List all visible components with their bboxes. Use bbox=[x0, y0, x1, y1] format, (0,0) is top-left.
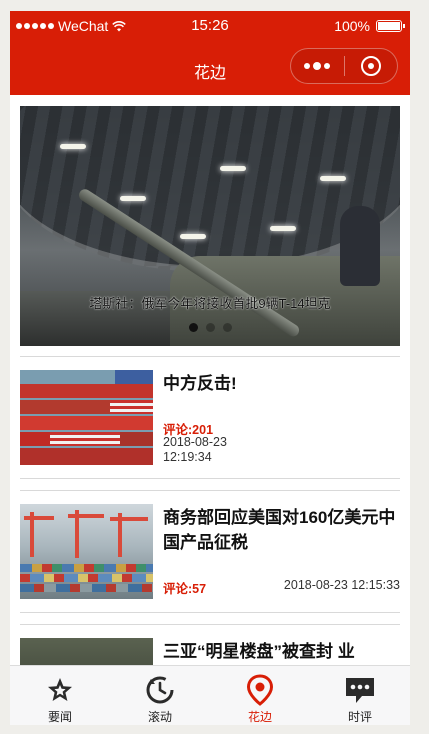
nav-bar: 花边 bbox=[10, 41, 410, 95]
more-button[interactable] bbox=[291, 62, 344, 70]
close-button[interactable] bbox=[345, 56, 398, 76]
tab-huabian[interactable]: 花边 bbox=[210, 666, 310, 725]
tab-gundong[interactable]: 滚动 bbox=[110, 666, 210, 725]
refresh-icon bbox=[146, 676, 174, 704]
news-item[interactable]: 商务部回应美国对160亿美元中国产品征税 评论:57 2018-08-23 12… bbox=[20, 491, 400, 613]
phone-screen: WeChat 15:26 100% 花边 塔斯社：俄军今年将接收首批9辆T-14… bbox=[10, 11, 410, 725]
carousel-dot[interactable] bbox=[222, 323, 232, 332]
tab-label: 要闻 bbox=[47, 710, 72, 724]
news-title: 三亚“明星楼盘”被查封 业 bbox=[163, 642, 355, 661]
news-title: 商务部回应美国对160亿美元中国产品征税 bbox=[163, 508, 396, 552]
banner-carousel[interactable]: 塔斯社：俄军今年将接收首批9辆T-14坦克 bbox=[20, 106, 400, 346]
banner-caption[interactable]: 塔斯社：俄军今年将接收首批9辆T-14坦克 bbox=[20, 293, 400, 312]
comment-count: 评论:57 bbox=[163, 582, 207, 596]
tab-label: 花边 bbox=[247, 710, 272, 724]
carousel-dot[interactable] bbox=[205, 323, 215, 332]
target-close-icon bbox=[360, 56, 381, 76]
carousel-indicator bbox=[20, 323, 400, 332]
news-date: 2018-08-23 12:15:33 bbox=[283, 578, 400, 592]
news-item[interactable]: 中方反击! 评论:201 2018-08-23 12:19:34 bbox=[20, 357, 400, 479]
chat-bubble-icon bbox=[346, 678, 374, 703]
news-date: 2018-08-23 12:19:34 bbox=[163, 435, 227, 464]
location-pin-icon bbox=[246, 674, 274, 706]
battery-percent: 100% bbox=[334, 18, 370, 34]
tab-label: 时评 bbox=[347, 710, 372, 724]
battery-icon bbox=[376, 20, 405, 32]
status-bar: WeChat 15:26 100% bbox=[10, 11, 410, 41]
news-title: 中方反击! bbox=[163, 374, 237, 393]
news-thumbnail bbox=[20, 370, 153, 465]
miniprogram-capsule bbox=[290, 48, 398, 84]
battery-group: 100% bbox=[334, 18, 405, 34]
news-thumbnail bbox=[20, 504, 153, 599]
tab-shiping[interactable]: 时评 bbox=[310, 666, 410, 725]
tab-bar: 要闻 滚动 花边 时评 bbox=[10, 665, 410, 725]
star-icon bbox=[48, 678, 72, 701]
more-dots-icon bbox=[304, 63, 311, 69]
tab-label: 滚动 bbox=[147, 710, 172, 724]
news-content: 塔斯社：俄军今年将接收首批9辆T-14坦克 中方反击! 评论:201 2018-… bbox=[20, 106, 400, 725]
carousel-dot[interactable] bbox=[188, 323, 198, 332]
tab-yaowen[interactable]: 要闻 bbox=[10, 666, 110, 725]
